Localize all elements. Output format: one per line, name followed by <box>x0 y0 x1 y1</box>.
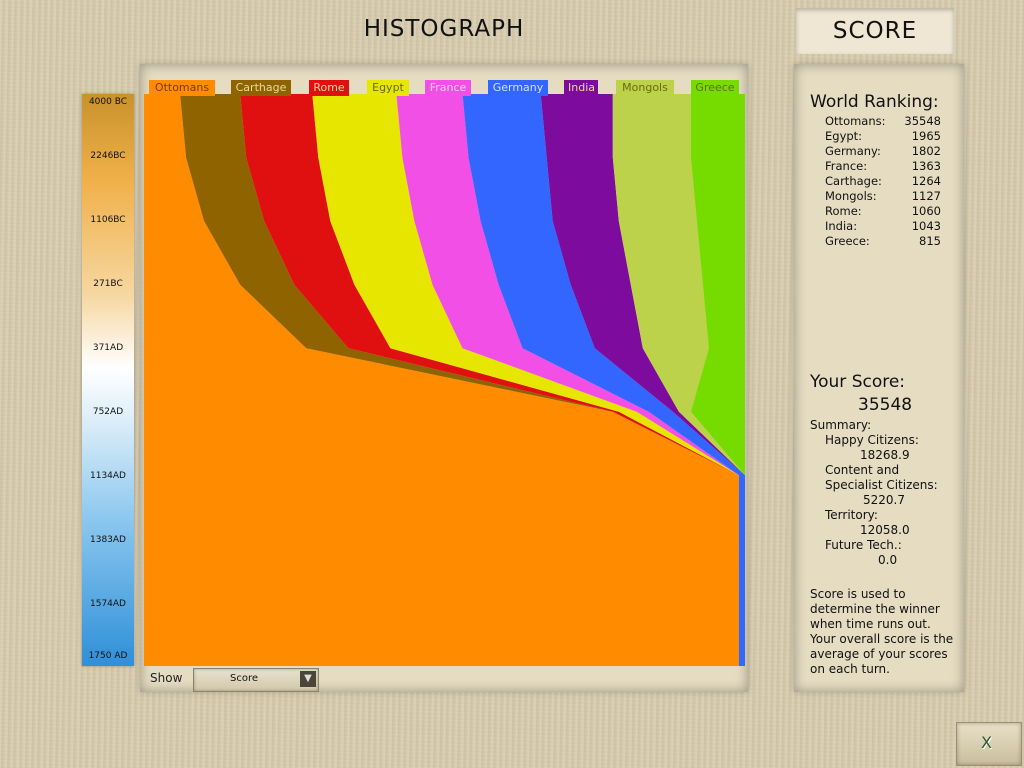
ranking-civ-score: 1127 <box>911 189 941 203</box>
score-note-line: average of your scores <box>810 647 948 661</box>
content-label-line1: Content and <box>825 463 900 477</box>
show-label: Show <box>150 671 183 685</box>
future-tech-value: 0.0 <box>878 553 898 567</box>
legend-egypt: Egypt <box>367 80 409 96</box>
ranking-row: Greece: 815 <box>825 234 941 249</box>
score-note-line: Your overall score is the <box>810 632 954 646</box>
summary-label: Summary: <box>810 418 872 432</box>
close-button[interactable]: X <box>956 722 1022 766</box>
legend-germany: Germany <box>488 80 548 96</box>
ranking-civ-name: Rome: <box>825 204 862 218</box>
chevron-down-icon[interactable]: ▼ <box>300 671 316 687</box>
ranking-civ-score: 1802 <box>911 144 941 158</box>
legend-carthage: Carthage <box>231 80 291 96</box>
show-dropdown-value: Score <box>229 673 258 684</box>
ranking-civ-score: 1363 <box>911 159 941 173</box>
ranking-civ-name: Egypt: <box>825 129 863 143</box>
ranking-row: Germany: 1802 <box>825 144 941 159</box>
close-icon: X <box>981 733 992 752</box>
territory-value: 12058.0 <box>860 523 910 537</box>
your-score-title: Your Score: <box>810 372 906 392</box>
content-label-line2: Specialist Citizens: <box>825 478 938 492</box>
legend-greece: Greece <box>691 80 739 96</box>
happy-citizens-value: 18268.9 <box>860 448 910 462</box>
ranking-row: Ottomans: 35548 <box>825 114 941 129</box>
world-ranking-title: World Ranking: <box>810 92 939 112</box>
show-dropdown[interactable]: Score ▼ <box>193 668 319 692</box>
your-score-value: 35548 <box>858 395 913 415</box>
ranking-civ-score: 1043 <box>911 219 941 233</box>
ranking-civ-name: India: <box>825 219 858 233</box>
ranking-civ-name: Mongols: <box>825 189 877 203</box>
score-note-line: on each turn. <box>810 662 890 676</box>
legend-ottomans: Ottomans <box>149 80 215 96</box>
ranking-civ-name: France: <box>825 159 868 173</box>
future-tech-label: Future Tech.: <box>825 538 902 552</box>
ranking-row: Rome: 1060 <box>825 204 941 219</box>
happy-citizens-label: Happy Citizens: <box>825 433 919 447</box>
ranking-civ-name: Greece: <box>825 234 870 248</box>
score-note-line: when time runs out. <box>810 617 931 631</box>
legend-india: India <box>564 80 598 96</box>
ranking-civ-name: Ottomans: <box>825 114 886 128</box>
ranking-civ-score: 1264 <box>911 174 941 188</box>
territory-label: Territory: <box>825 508 878 522</box>
ranking-civ-name: Carthage: <box>825 174 882 188</box>
score-note-line: determine the winner <box>810 602 940 616</box>
legend-mongols: Mongols <box>616 80 674 96</box>
ranking-civ-score: 1060 <box>911 204 941 218</box>
ranking-row: Carthage: 1264 <box>825 174 941 189</box>
ranking-civ-score: 35548 <box>904 114 941 128</box>
ranking-row: France: 1363 <box>825 159 941 174</box>
ranking-row: Mongols: 1127 <box>825 189 941 204</box>
ranking-row: India: 1043 <box>825 219 941 234</box>
content-value: 5220.7 <box>863 493 905 507</box>
ranking-row: Egypt: 1965 <box>825 129 941 144</box>
ranking-civ-name: Germany: <box>825 144 881 158</box>
score-note-line: Score is used to <box>810 587 906 601</box>
legend-france: France <box>425 80 471 96</box>
legend-rome: Rome <box>309 80 349 96</box>
ranking-civ-score: 815 <box>919 234 941 248</box>
ranking-civ-score: 1965 <box>911 129 941 143</box>
